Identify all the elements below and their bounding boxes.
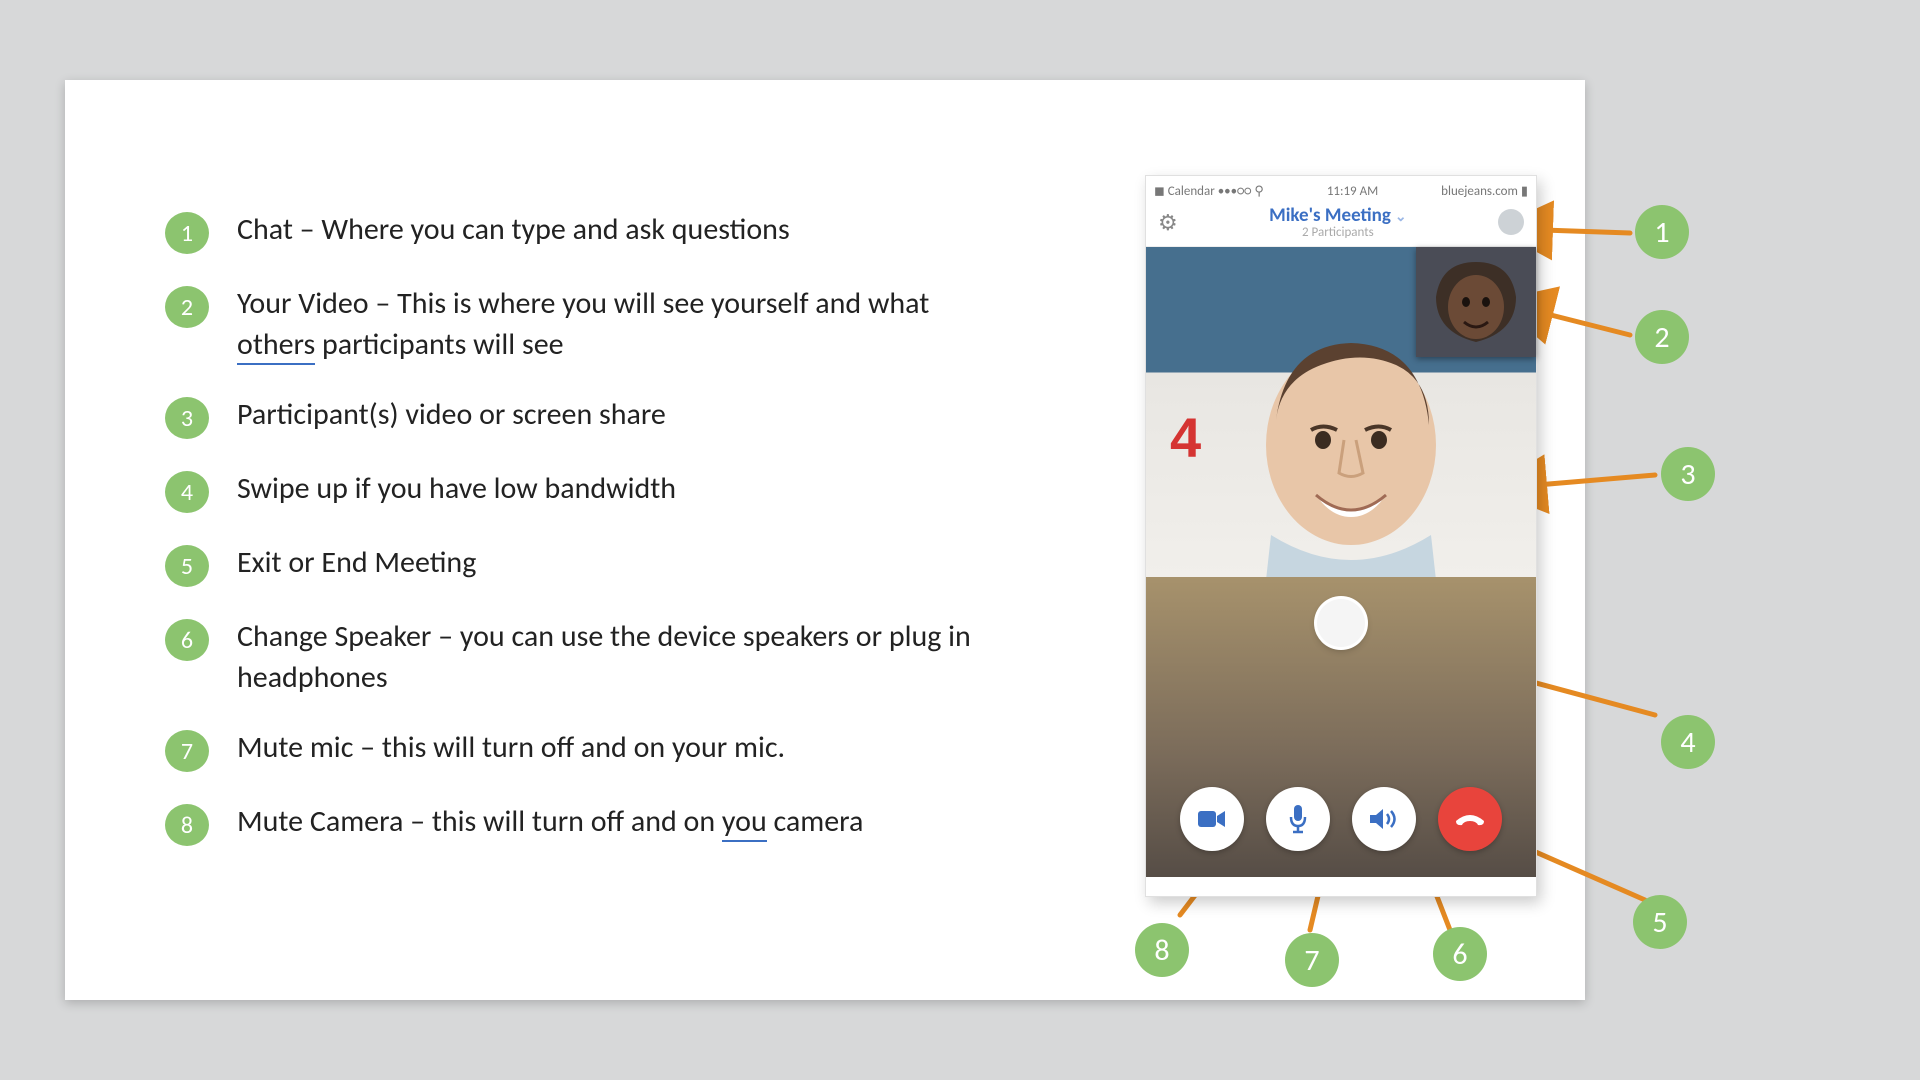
participant-count-overlay: 4 [1170,405,1201,470]
legend-row: 7 Mute mic – this will turn off and on y… [165,728,975,772]
legend-text-span: participants will see [315,326,563,363]
legend-text-2: Your Video – This is where you will see … [237,284,975,365]
mic-icon [1288,804,1308,834]
phone-callout-area: ◼ Calendar •••○○ ⚲ 11:19 AM bluejeans.co… [1145,175,1745,1005]
callout-badge-2: 2 [1635,310,1689,364]
legend-badge-number: 2 [181,293,193,322]
legend-row: 6 Change Speaker – you can use the devic… [165,617,975,698]
legend-row: 5 Exit or End Meeting [165,543,975,587]
lower-panel[interactable] [1146,577,1536,877]
legend-text-span: Exit or End Meeting [237,544,476,581]
legend-badge-1: 1 [165,212,209,254]
legend-row: 3 Participant(s) video or screen share [165,395,975,439]
legend-row: 1 Chat – Where you can type and ask ques… [165,210,975,254]
legend-badge-number: 5 [181,552,193,581]
legend-text-5: Exit or End Meeting [237,543,476,584]
legend-badge-number: 1 [181,219,193,248]
speaker-icon [1368,806,1400,832]
callout-badge-4: 4 [1661,715,1715,769]
legend-badge-number: 4 [181,478,193,507]
meeting-title-block: Mike's Meeting⌄ 2 Participants [1269,204,1406,240]
call-controls [1146,787,1536,851]
legend-badge-number: 8 [181,811,193,840]
callout-number: 3 [1680,456,1695,493]
phone-header: ⚙ Mike's Meeting⌄ 2 Participants [1146,202,1536,247]
legend-badge-7: 7 [165,730,209,772]
meeting-title[interactable]: Mike's Meeting⌄ [1269,204,1406,227]
callout-badge-3: 3 [1661,447,1715,501]
legend-text-1: Chat – Where you can type and ask questi… [237,210,790,251]
camera-icon [1197,808,1227,830]
legend-badge-2: 2 [165,286,209,328]
phone-mock: ◼ Calendar •••○○ ⚲ 11:19 AM bluejeans.co… [1145,175,1537,897]
legend-text-span: camera [767,803,864,840]
chevron-down-icon: ⌄ [1395,208,1407,225]
gear-icon[interactable]: ⚙ [1158,209,1178,236]
legend-badge-4: 4 [165,471,209,513]
status-left: ◼ Calendar •••○○ ⚲ [1154,184,1264,199]
legend-badge-6: 6 [165,619,209,661]
callout-badge-8: 8 [1135,923,1189,977]
legend-badge-8: 8 [165,804,209,846]
callout-badge-7: 7 [1285,933,1339,987]
legend-text-7: Mute mic – this will turn off and on you… [237,728,785,769]
legend-text-8: Mute Camera – this will turn off and on … [237,802,863,843]
legend-text-6: Change Speaker – you can use the device … [237,617,975,698]
legend-text-3: Participant(s) video or screen share [237,395,666,436]
camera-button[interactable] [1180,787,1244,851]
legend-text-span: Participant(s) video or screen share [237,396,666,433]
legend-underline: you [722,803,767,842]
meeting-subtitle: 2 Participants [1269,225,1406,240]
slide-card: 1 Chat – Where you can type and ask ques… [65,80,1585,1000]
phone-status-bar: ◼ Calendar •••○○ ⚲ 11:19 AM bluejeans.co… [1146,176,1536,202]
face-icon [1231,325,1471,585]
legend-text-span: Your Video – This is where you will see … [237,285,929,322]
callout-number: 8 [1154,932,1169,969]
participant-face [1231,325,1471,575]
legend-underline: others [237,326,315,365]
hangup-icon [1453,809,1487,829]
callout-number: 5 [1652,904,1667,941]
legend-text-span: Change Speaker – you can use the device … [237,618,971,696]
legend-text-span: Chat – Where you can type and ask questi… [237,211,790,248]
viewport: 1 Chat – Where you can type and ask ques… [0,0,1920,1080]
legend-row: 2 Your Video – This is where you will se… [165,284,975,365]
hangup-button[interactable] [1438,787,1502,851]
legend-text-span: Mute Camera – this will turn off and on [237,803,722,840]
legend-text-4: Swipe up if you have low bandwidth [237,469,676,510]
legend-badge-number: 6 [181,626,193,655]
legend-list: 1 Chat – Where you can type and ask ques… [165,210,975,876]
status-right: bluejeans.com ▮ [1441,184,1528,199]
legend-badge-5: 5 [165,545,209,587]
legend-badge-number: 7 [181,737,193,766]
callout-number: 2 [1654,319,1669,356]
legend-row: 4 Swipe up if you have low bandwidth [165,469,975,513]
callout-badge-5: 5 [1633,895,1687,949]
chat-icon[interactable] [1498,209,1524,235]
callout-number: 4 [1680,724,1695,761]
speaker-button[interactable] [1352,787,1416,851]
legend-text-span: Swipe up if you have low bandwidth [237,470,676,507]
swipe-indicator[interactable] [1317,599,1365,647]
callout-badge-1: 1 [1635,205,1689,259]
meeting-title-text: Mike's Meeting [1269,204,1391,227]
participant-video: 4 [1146,247,1536,577]
callout-number: 6 [1452,936,1467,973]
legend-badge-3: 3 [165,397,209,439]
status-time: 11:19 AM [1327,184,1378,199]
callout-number: 1 [1654,214,1669,251]
legend-row: 8 Mute Camera – this will turn off and o… [165,802,975,846]
mic-button[interactable] [1266,787,1330,851]
legend-badge-number: 3 [181,404,193,433]
callout-number: 7 [1304,942,1319,979]
legend-text-span: Mute mic – this will turn off and on you… [237,729,785,766]
callout-badge-6: 6 [1433,927,1487,981]
